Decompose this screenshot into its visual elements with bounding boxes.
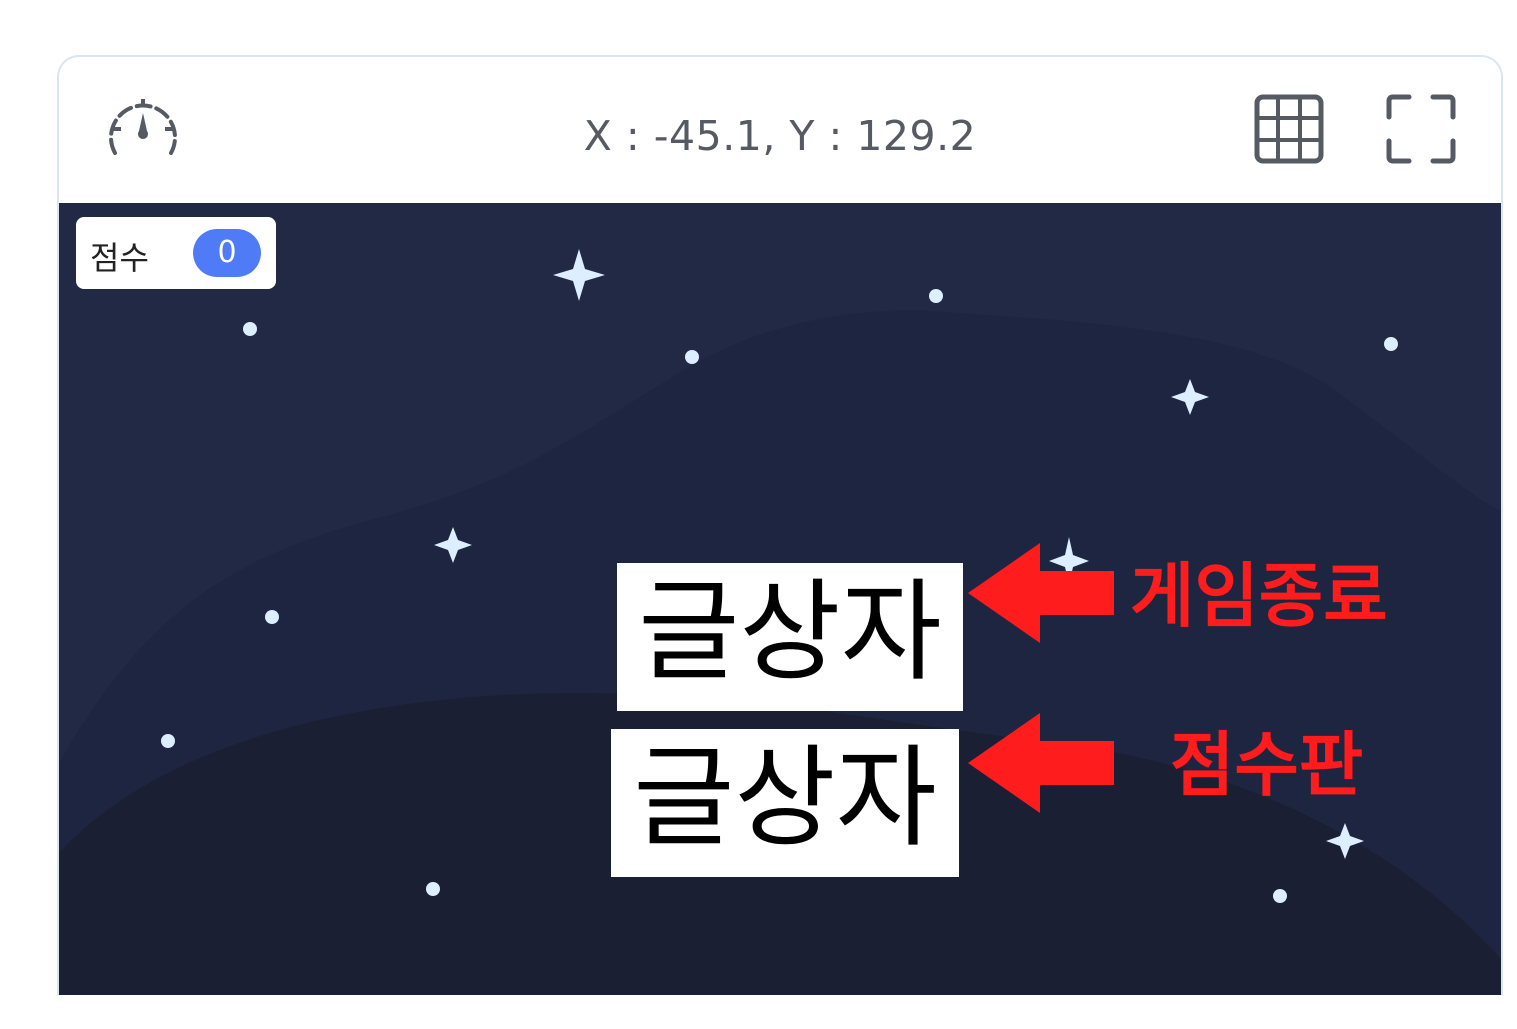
- game-over-text-sprite[interactable]: 글상자: [617, 563, 963, 711]
- annotation-arrow-icon: [968, 713, 1114, 813]
- annotation-game-over-label: 게임종료: [1130, 555, 1388, 637]
- score-monitor-value: 0: [193, 229, 261, 277]
- grid-icon[interactable]: [1253, 93, 1325, 165]
- score-monitor[interactable]: 점수 0: [76, 217, 276, 289]
- annotation-arrow-icon: [968, 543, 1114, 643]
- fullscreen-icon[interactable]: [1385, 93, 1457, 165]
- score-monitor-label: 점수: [90, 239, 149, 277]
- stage-panel: X : -45.1, Y : 129.2 점수 0 글상자 글상자: [57, 55, 1503, 995]
- scoreboard-text-sprite[interactable]: 글상자: [611, 729, 959, 877]
- annotation-scoreboard-label: 점수판: [1170, 724, 1364, 806]
- stage-toolbar: X : -45.1, Y : 129.2: [59, 57, 1501, 203]
